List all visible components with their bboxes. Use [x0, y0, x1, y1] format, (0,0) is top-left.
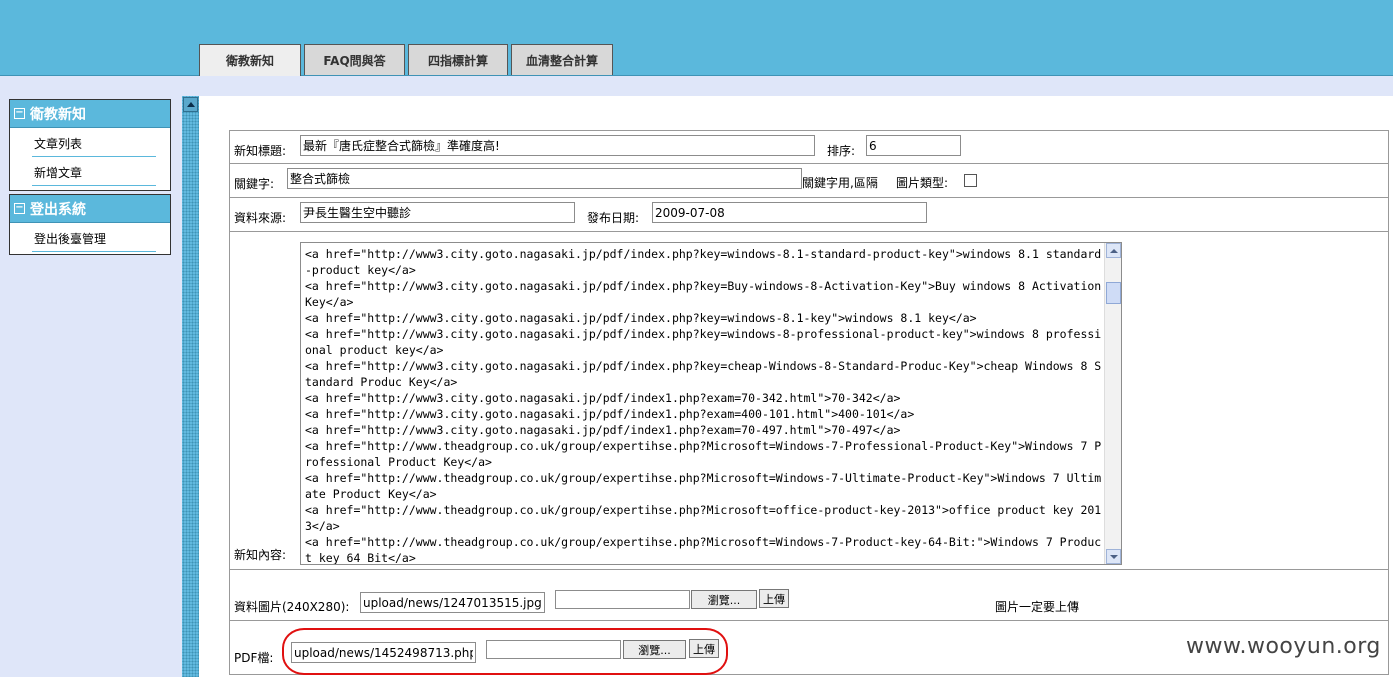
- sidebar-section-title: 登出系統: [30, 201, 86, 218]
- pdf-label: PDF檔:: [234, 651, 274, 665]
- source-row: 資料來源: 發布日期:: [230, 198, 1388, 232]
- order-label: 排序:: [827, 144, 856, 158]
- arrow-down-icon: [1109, 554, 1118, 559]
- tab-health-news[interactable]: 衛教新知: [199, 44, 301, 76]
- publish-date-label: 發布日期:: [587, 211, 640, 225]
- sidebar-item-logout-admin[interactable]: 登出後臺管理: [32, 223, 156, 252]
- content-scrollbar[interactable]: [1104, 243, 1121, 564]
- tab-faq[interactable]: FAQ問與答: [304, 44, 405, 75]
- article-form: 新知標題: 排序: 關鍵字: 關鍵字用,區隔 圖片類型: 資料來源: 發布日期:…: [229, 130, 1389, 675]
- tab-bar: 衛教新知 FAQ問與答 四指標計算 血清整合計算: [199, 44, 616, 76]
- image-file-input[interactable]: [555, 590, 690, 609]
- sidebar-splitter[interactable]: [182, 96, 199, 677]
- keyword-hint: 關鍵字用,區隔: [802, 176, 878, 190]
- arrow-up-icon: [1109, 248, 1118, 253]
- publish-date-input[interactable]: [652, 202, 927, 223]
- image-upload-button[interactable]: 上傳: [759, 589, 789, 608]
- tab-serum-calc[interactable]: 血清整合計算: [511, 44, 613, 75]
- sidebar-item-article-list[interactable]: 文章列表: [32, 128, 156, 157]
- content-textarea[interactable]: <a href="http://www3.city.goto.nagasaki.…: [300, 242, 1122, 565]
- image-path-input[interactable]: [360, 592, 545, 613]
- image-label: 資料圖片(240X280):: [234, 600, 350, 614]
- content-label: 新知內容:: [234, 548, 287, 562]
- title-label: 新知標題:: [234, 144, 287, 158]
- source-label: 資料來源:: [234, 211, 287, 225]
- pdf-browse-button[interactable]: 瀏覽...: [623, 640, 686, 659]
- sidebar-section-header[interactable]: − 登出系統: [10, 195, 170, 223]
- pdf-path-input[interactable]: [291, 642, 476, 663]
- sidebar-section-health-news: − 衛教新知 文章列表 新增文章: [9, 99, 171, 191]
- scroll-down-button[interactable]: [1106, 549, 1121, 564]
- sidebar-section-logout: − 登出系統 登出後臺管理: [9, 194, 171, 255]
- source-input[interactable]: [300, 202, 575, 223]
- collapse-icon: −: [14, 202, 25, 214]
- tab-four-indicators[interactable]: 四指標計算: [408, 44, 508, 75]
- image-required-note: 圖片一定要上傳: [995, 600, 1080, 614]
- title-input[interactable]: [300, 135, 815, 156]
- content-text: <a href="http://www3.city.goto.nagasaki.…: [305, 247, 1102, 564]
- image-type-label: 圖片類型:: [896, 176, 949, 190]
- keyword-row: 關鍵字: 關鍵字用,區隔 圖片類型:: [230, 164, 1388, 198]
- scroll-thumb[interactable]: [1106, 282, 1121, 304]
- keyword-input[interactable]: [287, 168, 802, 189]
- header-bar: 衛教新知 FAQ問與答 四指標計算 血清整合計算: [0, 0, 1393, 76]
- collapse-icon: −: [14, 107, 25, 119]
- pdf-file-input[interactable]: [486, 640, 621, 659]
- sidebar-item-add-article[interactable]: 新增文章: [32, 157, 156, 186]
- pdf-upload-button[interactable]: 上傳: [689, 639, 719, 658]
- sub-header-band: [0, 76, 1393, 96]
- keyword-label: 關鍵字:: [234, 177, 275, 191]
- title-row: 新知標題: 排序:: [230, 131, 1388, 164]
- scroll-up-button[interactable]: [1106, 243, 1121, 258]
- image-upload-row: 資料圖片(240X280): 瀏覽... 上傳 圖片一定要上傳: [230, 570, 1388, 621]
- image-type-checkbox[interactable]: [964, 174, 977, 187]
- image-browse-button[interactable]: 瀏覽...: [691, 590, 757, 609]
- arrow-up-icon: [186, 102, 195, 107]
- watermark: www.wooyun.org: [1186, 634, 1381, 659]
- sidebar-section-title: 衛教新知: [30, 106, 86, 123]
- collapse-sidebar-button[interactable]: [183, 97, 198, 112]
- content-row: 新知內容: <a href="http://www3.city.goto.nag…: [230, 232, 1388, 570]
- order-input[interactable]: [866, 135, 961, 156]
- sidebar-section-header[interactable]: − 衛教新知: [10, 100, 170, 128]
- main-content: 新知標題: 排序: 關鍵字: 關鍵字用,區隔 圖片類型: 資料來源: 發布日期:…: [199, 96, 1393, 677]
